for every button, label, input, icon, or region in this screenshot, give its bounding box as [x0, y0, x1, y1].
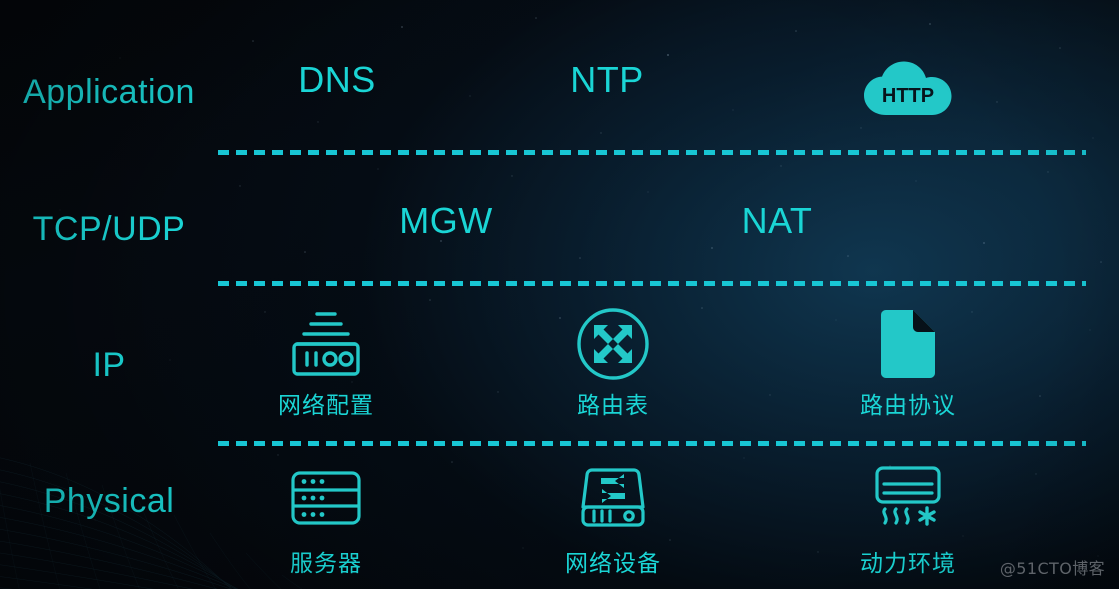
separator-transport-network [218, 281, 1086, 286]
protocol-http-cloud: HTTP [862, 60, 954, 118]
layer-label-transport: TCP/UDP [32, 210, 186, 248]
server-rack-icon [236, 462, 416, 534]
item-label-routing-protocol: 路由协议 [860, 393, 956, 419]
protocol-nat: NAT [741, 200, 813, 241]
item-network-config: 网络配置 [236, 308, 416, 420]
air-conditioner-icon [818, 462, 998, 534]
item-label-network-device: 网络设备 [565, 551, 661, 577]
cloud-label: HTTP [882, 85, 934, 107]
item-label-network-config: 网络配置 [278, 393, 374, 419]
network-layer-diagram: Application TCP/UDP IP Physical DNS NTP … [0, 0, 1119, 589]
protocol-ntp: NTP [570, 59, 644, 100]
protocol-dns: DNS [298, 59, 376, 100]
item-routing-table: 路由表 [523, 308, 703, 420]
watermark: @51CTO博客 [999, 559, 1105, 578]
item-power-environment: 动力环境 [818, 462, 998, 578]
router-config-icon [236, 308, 416, 380]
layer-label-network: IP [92, 346, 126, 384]
separator-application-transport [218, 150, 1086, 155]
item-network-device: 网络设备 [523, 462, 703, 578]
item-label-server: 服务器 [290, 551, 362, 577]
four-arrows-circle-icon [523, 308, 703, 380]
document-folded-corner-icon [818, 308, 998, 380]
item-label-routing-table: 路由表 [577, 393, 649, 419]
item-label-power-environment: 动力环境 [860, 551, 956, 577]
item-server: 服务器 [236, 462, 416, 578]
protocol-mgw: MGW [399, 200, 493, 241]
layer-label-physical: Physical [43, 482, 175, 520]
layer-label-application: Application [23, 73, 195, 111]
item-routing-protocol: 路由协议 [818, 308, 998, 420]
separator-network-physical [218, 441, 1086, 446]
switch-exchange-icon [523, 462, 703, 534]
cloud-icon: HTTP [864, 61, 952, 115]
